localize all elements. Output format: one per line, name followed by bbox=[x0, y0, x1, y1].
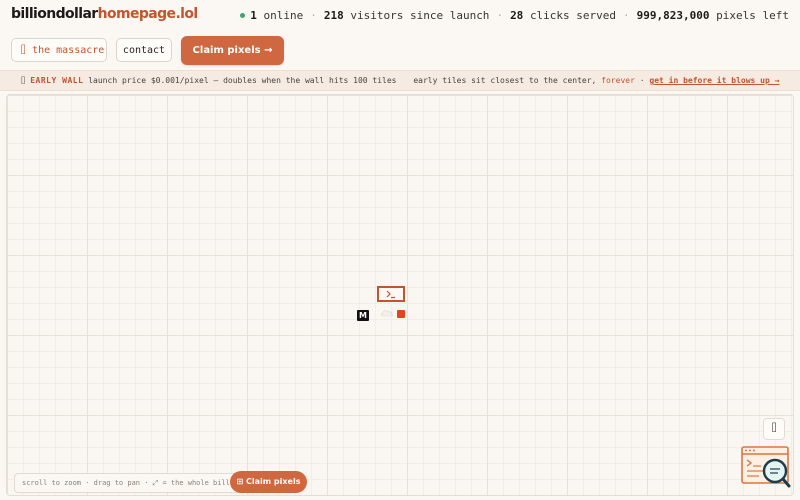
separator: · bbox=[496, 9, 504, 22]
center-text: early tiles sit closest to the center, bbox=[413, 76, 597, 85]
terminal-icon bbox=[386, 290, 395, 299]
massacre-icon: ⌷ bbox=[20, 45, 27, 56]
cloud-icon[interactable] bbox=[380, 309, 394, 317]
header: billiondollarhomepage.lol 1 online · 218… bbox=[0, 0, 800, 32]
banner-icon: ⌷ bbox=[20, 76, 26, 85]
separator: · bbox=[310, 9, 317, 22]
navigation-hint: scroll to zoom · drag to pan · ⤢ = the w… bbox=[14, 473, 251, 493]
contact-button[interactable]: contact bbox=[116, 38, 172, 62]
terminal-tile[interactable] bbox=[377, 286, 405, 302]
pixels-count: 999,823,000 bbox=[636, 9, 710, 22]
logo-accent: homepage.lol bbox=[97, 6, 199, 22]
online-dot-icon bbox=[240, 13, 246, 18]
separator: · bbox=[623, 9, 630, 22]
banner-separator: · bbox=[639, 76, 645, 85]
pixels-label: pixels left bbox=[716, 9, 789, 22]
site-logo[interactable]: billiondollarhomepage.lol bbox=[11, 6, 198, 22]
price-text: launch price $0.001/pixel — doubles when… bbox=[88, 76, 397, 85]
massacre-label: the massacre bbox=[32, 45, 105, 56]
clicks-label: clicks served bbox=[529, 9, 617, 22]
visitors-count: 218 bbox=[323, 9, 344, 22]
clicks-count: 28 bbox=[510, 9, 524, 22]
logo-main: billiondollar bbox=[11, 6, 98, 22]
online-label: online bbox=[263, 9, 304, 22]
red-tile[interactable] bbox=[397, 310, 405, 318]
forever-text: forever bbox=[601, 76, 635, 85]
massacre-button[interactable]: ⌷ the massacre bbox=[11, 38, 107, 62]
side-icon: ⌷ bbox=[770, 423, 778, 434]
early-wall-banner: ⌷ EARLY WALL launch price $0.001/pixel —… bbox=[0, 70, 800, 91]
claim-pixels-button[interactable]: Claim pixels → bbox=[181, 36, 284, 65]
side-toggle-button[interactable]: ⌷ bbox=[763, 418, 785, 440]
stats-bar: 1 online · 218 visitors since launch · 2… bbox=[240, 9, 789, 22]
online-count: 1 bbox=[250, 9, 257, 22]
visitors-label: visitors since launch bbox=[350, 9, 490, 22]
early-wall-label: EARLY WALL bbox=[30, 76, 84, 85]
browser-search-icon[interactable] bbox=[741, 446, 792, 490]
claim-pixels-bottom-button[interactable]: ⊞ Claim pixels bbox=[230, 471, 307, 493]
m-tile[interactable]: M bbox=[357, 310, 369, 321]
banner-cta-link[interactable]: get in before it blows up → bbox=[649, 76, 779, 85]
